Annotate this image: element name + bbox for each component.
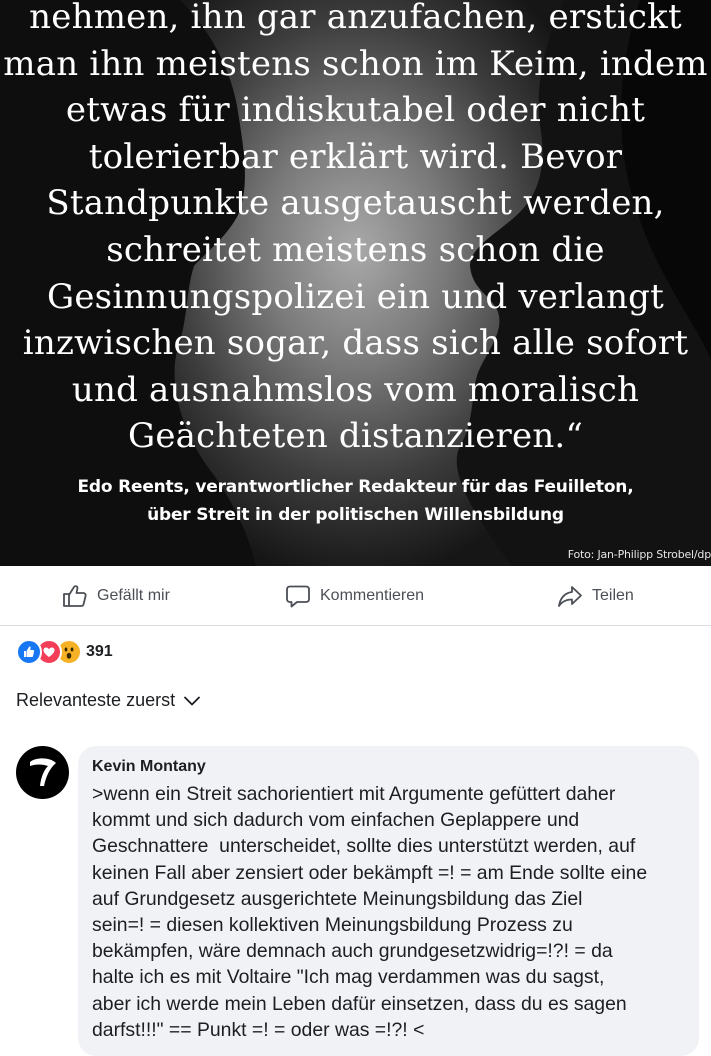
quote-line: inzwischen sogar, dass sich alle sofort bbox=[22, 323, 689, 364]
quote-line: tolerierbar erklärt wird. Bevor bbox=[88, 136, 623, 177]
post-image[interactable]: nehmen, ihn gar anzufachen, erstickt man… bbox=[0, 0, 711, 566]
post-action-bar: Gefällt mir Kommentieren Teilen bbox=[0, 566, 711, 626]
quote-line: und ausnahmslos vom moralisch bbox=[71, 369, 640, 410]
image-quote-text: nehmen, ihn gar anzufachen, erstickt man… bbox=[0, 0, 711, 460]
quote-line: Standpunkte ausgetauscht werden, bbox=[46, 183, 665, 224]
comment-line: keinen Fall aber zensiert oder bekämpft … bbox=[92, 861, 648, 884]
chevron-down-icon bbox=[184, 696, 200, 705]
comment-bubble: Kevin Montany >wenn ein Streit sachorien… bbox=[78, 746, 699, 1056]
share-label: Teilen bbox=[592, 586, 634, 604]
comment-line: kommt und sich dadurch vom einfachen Gep… bbox=[92, 809, 580, 832]
like-reaction-icon bbox=[16, 639, 42, 665]
sort-label: Relevanteste zuerst bbox=[16, 690, 176, 710]
comment-text: >wenn ein Streit sachorientiert mit Argu… bbox=[92, 781, 685, 1043]
comment-bubble-icon bbox=[286, 585, 310, 607]
attribution-line: Edo Reents, verantwortlicher Redakteur f… bbox=[77, 477, 634, 497]
comment-line: halte ich es mit Voltaire "Ich mag verda… bbox=[92, 966, 605, 989]
avatar-logo-icon bbox=[30, 758, 56, 786]
photo-credit: Foto: Jan-Philipp Strobel/dp bbox=[567, 548, 711, 561]
quote-line: Geächteten distanzieren.“ bbox=[127, 416, 584, 457]
comment-line: sein=! = diesen kollektiven Meinungsbild… bbox=[92, 914, 573, 937]
quote-line: nehmen, ihn gar anzufachen, erstickt bbox=[29, 0, 682, 37]
avatar[interactable] bbox=[16, 746, 69, 799]
comment-line: auf Grundgesetz ausgerichtete Meinungsbi… bbox=[92, 887, 583, 910]
like-button[interactable]: Gefällt mir bbox=[62, 566, 170, 625]
comment-line: >wenn ein Streit sachorientiert mit Argu… bbox=[92, 783, 616, 805]
thumbs-up-icon bbox=[63, 584, 87, 607]
reactions-summary[interactable]: 391 bbox=[16, 639, 113, 665]
comment-line: aber ich werde mein Leben dafür einsetze… bbox=[92, 992, 627, 1015]
quote-line: Gesinnungspolizei ein und verlangt bbox=[46, 276, 665, 317]
quote-line: etwas für indiskutabel oder nicht bbox=[65, 90, 646, 131]
comment-sort-dropdown[interactable]: Relevanteste zuerst bbox=[16, 690, 201, 711]
share-arrow-icon bbox=[558, 585, 582, 607]
share-button[interactable]: Teilen bbox=[557, 566, 634, 625]
quote-line: man ihn meistens schon im Keim, indem bbox=[3, 43, 708, 84]
comment-line: Geschnattere unterscheidet, sollte dies … bbox=[92, 835, 636, 858]
comment-line: darfst!!!" == Punkt =! = oder was =!?! < bbox=[92, 1018, 425, 1041]
reaction-count: 391 bbox=[86, 643, 113, 660]
quote-line: schreitet meistens schon die bbox=[106, 229, 605, 270]
comment-button[interactable]: Kommentieren bbox=[285, 566, 424, 625]
attribution-line: über Streit in der politischen Willensbi… bbox=[147, 505, 564, 525]
quote-attribution: Edo Reents, verantwortlicher Redakteur f… bbox=[0, 473, 711, 529]
comment-line: bekämpfen, wäre demnach auch grundgesetz… bbox=[92, 940, 613, 963]
comment-author[interactable]: Kevin Montany bbox=[92, 757, 685, 777]
like-label: Gefällt mir bbox=[97, 586, 170, 604]
comment-label: Kommentieren bbox=[320, 586, 425, 604]
